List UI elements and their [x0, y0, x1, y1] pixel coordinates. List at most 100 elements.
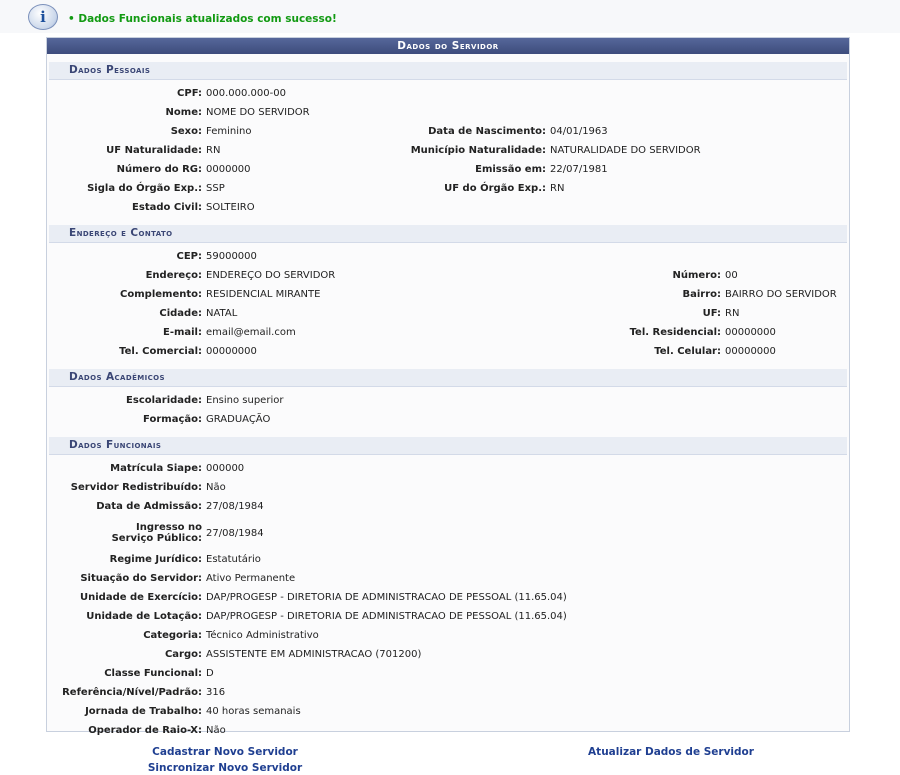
info-icon: i	[28, 4, 58, 30]
funcionais-table: Matrícula Siape:000000Servidor Redistrib…	[47, 459, 567, 740]
field-value: D	[206, 664, 567, 683]
field-value: 27/08/1984	[206, 516, 567, 550]
field-label: UF Naturalidade:	[47, 141, 206, 160]
field-value: DAP/PROGESP - DIRETORIA DE ADMINISTRACAO…	[206, 607, 567, 626]
endereco-table: CEP:59000000 Endereço:ENDEREÇO DO SERVID…	[47, 247, 837, 361]
academicos-table: Escolaridade:Ensino superior Formação:GR…	[47, 391, 283, 429]
field-value: Ativo Permanente	[206, 569, 567, 588]
table-row: Classe Funcional:D	[47, 664, 567, 683]
table-row: Ingresso no Serviço Público:27/08/1984	[47, 516, 567, 550]
table-row: Cargo:ASSISTENTE EM ADMINISTRACAO (70120…	[47, 645, 567, 664]
field-value: 0000000	[206, 160, 406, 179]
sincronizar-novo-servidor-link[interactable]: Sincronizar Novo Servidor	[148, 762, 302, 774]
field-value: Técnico Administrativo	[206, 626, 567, 645]
field-label: Classe Funcional:	[47, 664, 206, 683]
section-dados-pessoais: Dados Pessoais	[49, 62, 847, 80]
table-row: Unidade de Lotação:DAP/PROGESP - DIRETOR…	[47, 607, 567, 626]
field-value: NOME DO SERVIDOR	[206, 103, 406, 122]
field-label: Operador de Raio-X:	[47, 721, 206, 740]
field-label: Bairro:	[576, 285, 725, 304]
field-value: Não	[206, 478, 567, 497]
field-label: Situação do Servidor:	[47, 569, 206, 588]
table-row: Data de Admissão:27/08/1984	[47, 497, 567, 516]
field-value: RN	[550, 179, 701, 198]
field-label: Unidade de Lotação:	[47, 607, 206, 626]
field-value: SSP	[206, 179, 406, 198]
field-value: 000.000.000-00	[206, 84, 406, 103]
table-row: Matrícula Siape:000000	[47, 459, 567, 478]
section-dados-academicos: Dados Acadêmicos	[49, 369, 847, 387]
field-label: Nome:	[47, 103, 206, 122]
field-value: 27/08/1984	[206, 497, 567, 516]
field-value: 316	[206, 683, 567, 702]
field-value: Feminino	[206, 122, 406, 141]
field-label: CPF:	[47, 84, 206, 103]
panel-caption: Dados do Servidor	[47, 38, 849, 54]
field-value: Estatutário	[206, 550, 567, 569]
field-label: Emissão em:	[406, 160, 550, 179]
field-label: CEP:	[47, 247, 206, 266]
field-label: Estado Civil:	[47, 198, 206, 217]
field-value: 22/07/1981	[550, 160, 701, 179]
field-label: Data de Admissão:	[47, 497, 206, 516]
field-label: Categoria:	[47, 626, 206, 645]
field-label: Cidade:	[47, 304, 206, 323]
message-bar: i • Dados Funcionais atualizados com suc…	[0, 0, 900, 33]
section-endereco-contato: Endereço e Contato	[49, 225, 847, 243]
atualizar-dados-servidor-link[interactable]: Atualizar Dados de Servidor	[588, 746, 754, 758]
field-value: RN	[206, 141, 406, 160]
field-label: Sigla do Órgão Exp.:	[47, 179, 206, 198]
field-label: Referência/Nível/Padrão:	[47, 683, 206, 702]
field-value: NATAL	[206, 304, 576, 323]
table-row: Regime Jurídico:Estatutário	[47, 550, 567, 569]
field-label: E-mail:	[47, 323, 206, 342]
field-label: Regime Jurídico:	[47, 550, 206, 569]
field-value: DAP/PROGESP - DIRETORIA DE ADMINISTRACAO…	[206, 588, 567, 607]
field-value: 00000000	[725, 342, 837, 361]
field-value: SOLTEIRO	[206, 198, 406, 217]
field-value: 000000	[206, 459, 567, 478]
field-value: 00000000	[206, 342, 576, 361]
field-value: RESIDENCIAL MIRANTE	[206, 285, 576, 304]
field-label: UF:	[576, 304, 725, 323]
field-value: Ensino superior	[206, 391, 283, 410]
table-row: Categoria:Técnico Administrativo	[47, 626, 567, 645]
field-value: GRADUAÇÃO	[206, 410, 283, 429]
field-label: UF do Órgão Exp.:	[406, 179, 550, 198]
cadastrar-novo-servidor-link[interactable]: Cadastrar Novo Servidor	[152, 746, 298, 758]
table-row: Unidade de Exercício:DAP/PROGESP - DIRET…	[47, 588, 567, 607]
field-value: 00000000	[725, 323, 837, 342]
table-row: Servidor Redistribuído:Não	[47, 478, 567, 497]
field-label: Número:	[576, 266, 725, 285]
field-label: Unidade de Exercício:	[47, 588, 206, 607]
field-value: NATURALIDADE DO SERVIDOR	[550, 141, 701, 160]
field-label: Tel. Comercial:	[47, 342, 206, 361]
table-row: Referência/Nível/Padrão:316	[47, 683, 567, 702]
field-label: Cargo:	[47, 645, 206, 664]
field-value: email@email.com	[206, 323, 576, 342]
field-value: ENDEREÇO DO SERVIDOR	[206, 266, 576, 285]
field-label: Matrícula Siape:	[47, 459, 206, 478]
section-dados-funcionais: Dados Funcionais	[49, 437, 847, 455]
table-row: Jornada de Trabalho:40 horas semanais	[47, 702, 567, 721]
field-label: Sexo:	[47, 122, 206, 141]
field-label: Escolaridade:	[47, 391, 206, 410]
dados-pessoais-table: CPF:000.000.000-00 Nome:NOME DO SERVIDOR…	[47, 84, 701, 217]
field-label: Tel. Residencial:	[576, 323, 725, 342]
field-label: Servidor Redistribuído:	[47, 478, 206, 497]
servidor-panel: Dados do Servidor Dados Pessoais CPF:000…	[46, 37, 850, 732]
field-label: Tel. Celular:	[576, 342, 725, 361]
field-value: 40 horas semanais	[206, 702, 567, 721]
field-value: 59000000	[206, 247, 576, 266]
field-label: Ingresso no Serviço Público:	[47, 516, 206, 550]
field-label: Jornada de Trabalho:	[47, 702, 206, 721]
success-message: • Dados Funcionais atualizados com suces…	[68, 13, 337, 25]
table-row: Operador de Raio-X:Não	[47, 721, 567, 740]
field-value: BAIRRO DO SERVIDOR	[725, 285, 837, 304]
field-label: Formação:	[47, 410, 206, 429]
field-value: ASSISTENTE EM ADMINISTRACAO (701200)	[206, 645, 567, 664]
field-value: Não	[206, 721, 567, 740]
table-row: Situação do Servidor:Ativo Permanente	[47, 569, 567, 588]
field-label: Complemento:	[47, 285, 206, 304]
field-label: Número do RG:	[47, 160, 206, 179]
